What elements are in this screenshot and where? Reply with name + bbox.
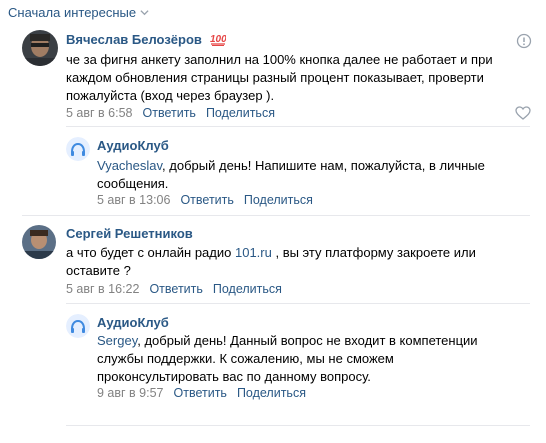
reply-button[interactable]: Ответить <box>149 282 202 296</box>
mention-link[interactable]: Vyacheslav <box>97 158 162 173</box>
reply-meta: 9 авг в 9:57 Ответить Поделиться <box>97 386 306 400</box>
reply-divider <box>66 303 530 304</box>
share-button[interactable]: Поделиться <box>206 106 275 120</box>
reply-button[interactable]: Ответить <box>180 193 233 207</box>
reply-button[interactable]: Ответить <box>174 386 227 400</box>
hundred-points-icon: 100 <box>210 34 226 46</box>
reply-divider <box>66 126 530 127</box>
avatar[interactable] <box>22 30 58 66</box>
comment-divider <box>22 215 530 216</box>
bottom-divider <box>66 425 530 426</box>
mention-link[interactable]: Sergey <box>97 333 137 348</box>
reply-date[interactable]: 9 авг в 9:57 <box>97 386 164 400</box>
comment-date[interactable]: 5 авг в 16:22 <box>66 282 139 296</box>
comment-meta: 5 авг в 6:58 Ответить Поделиться <box>66 106 275 120</box>
comment-text: че за фигня анкету заполнил на 100% кноп… <box>66 52 493 103</box>
avatar[interactable] <box>22 225 56 259</box>
reply-text: Vyacheslav, добрый день! Напишите нам, п… <box>97 158 485 191</box>
sort-label: Сначала интересные <box>8 5 137 20</box>
comment-author[interactable]: Сергей Решетников <box>66 226 193 241</box>
comment-text: а что будет с онлайн радио 101.ru , вы э… <box>66 245 476 278</box>
external-link[interactable]: 101.ru <box>235 245 272 260</box>
share-button[interactable]: Поделиться <box>237 386 306 400</box>
svg-text:100: 100 <box>210 34 226 45</box>
comment-date[interactable]: 5 авг в 6:58 <box>66 106 133 120</box>
comment-meta: 5 авг в 16:22 Ответить Поделиться <box>66 282 282 296</box>
sort-dropdown[interactable]: Сначала интересные <box>8 5 149 20</box>
reply-date[interactable]: 5 авг в 13:06 <box>97 193 170 207</box>
reply-author[interactable]: АудиоКлуб <box>97 138 169 153</box>
share-button[interactable]: Поделиться <box>244 193 313 207</box>
reply-author[interactable]: АудиоКлуб <box>97 315 169 330</box>
reply-button[interactable]: Ответить <box>143 106 196 120</box>
report-icon[interactable] <box>516 33 532 49</box>
comment-author[interactable]: Вячеслав Белозёров 100 <box>66 32 226 47</box>
heart-icon[interactable] <box>515 106 531 120</box>
avatar[interactable] <box>66 137 90 161</box>
avatar[interactable] <box>66 314 90 338</box>
chevron-down-icon <box>140 10 149 16</box>
reply-text: Sergey, добрый день! Данный вопрос не вх… <box>97 333 478 384</box>
reply-meta: 5 авг в 13:06 Ответить Поделиться <box>97 193 313 207</box>
share-button[interactable]: Поделиться <box>213 282 282 296</box>
